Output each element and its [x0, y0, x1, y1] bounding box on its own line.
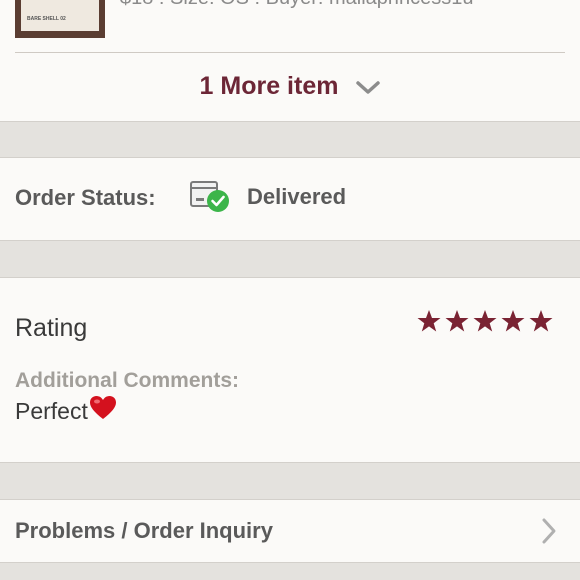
- additional-comments-label: Additional Comments:: [15, 369, 239, 392]
- rating-title: Rating: [15, 314, 88, 342]
- comment-text: Perfect: [15, 398, 88, 424]
- item-thumbnail[interactable]: BARE SHELL 02: [15, 0, 105, 38]
- star-icon: [417, 310, 441, 332]
- star-icon: [501, 310, 525, 332]
- delivered-box-icon: [190, 181, 229, 212]
- item-thumbnail-label: BARE SHELL 02: [21, 0, 99, 31]
- star-rating: [417, 309, 553, 333]
- order-status-card: Order Status: Delivered: [0, 157, 580, 241]
- problems-label: Problems / Order Inquiry: [15, 518, 273, 543]
- more-items-label: 1 More item: [199, 72, 339, 100]
- star-icon: [473, 310, 497, 332]
- problems-order-inquiry-row[interactable]: Problems / Order Inquiry: [0, 499, 580, 563]
- chevron-down-icon: [356, 80, 381, 94]
- order-status-label: Order Status:: [15, 185, 156, 210]
- more-items-button[interactable]: 1 More item: [0, 53, 580, 120]
- star-icon: [445, 310, 469, 332]
- chevron-right-icon: [542, 518, 556, 544]
- order-status-value: Delivered: [247, 184, 347, 209]
- heart-emoji: [89, 395, 116, 419]
- rating-card: Rating Additional Comments: Perfect: [0, 277, 580, 463]
- item-summary: $18 : Size: OS : Buyer: mailaprincess1u: [120, 0, 580, 10]
- order-item-card: BARE SHELL 02 $18 : Size: OS : Buyer: ma…: [0, 0, 580, 122]
- star-icon: [529, 310, 553, 332]
- comment: Perfect: [15, 395, 117, 425]
